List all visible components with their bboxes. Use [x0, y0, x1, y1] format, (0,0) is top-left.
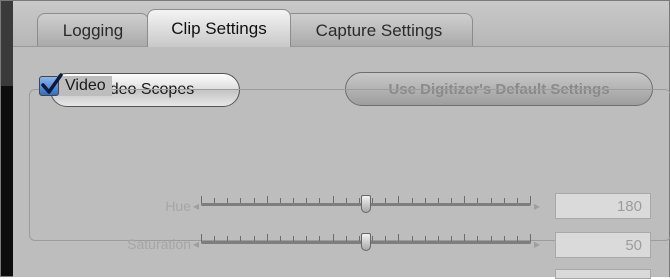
tab-bar: Logging Clip Settings Capture Settings: [13, 1, 669, 47]
saturation-slider[interactable]: [201, 233, 531, 251]
hue-slider-thumb[interactable]: [361, 195, 371, 213]
tab-capture-settings[interactable]: Capture Settings: [285, 13, 473, 47]
hue-label: Hue: [165, 198, 191, 214]
tab-clip-settings-label: Clip Settings: [171, 18, 267, 38]
checkmark-icon: [41, 73, 63, 94]
hue-slider[interactable]: [201, 195, 531, 213]
saturation-value-field[interactable]: 50: [555, 232, 651, 258]
video-group-label: Video: [65, 77, 106, 94]
saturation-min-mark: ◂: [193, 237, 200, 251]
saturation-max-mark: ▸: [534, 237, 541, 251]
left-edge-shadow: [1, 86, 13, 276]
video-group-legend: Video: [39, 73, 112, 96]
left-edge-strip: [1, 1, 13, 276]
tab-clip-settings[interactable]: Clip Settings: [147, 9, 291, 47]
video-checkbox[interactable]: [39, 73, 63, 96]
tab-capture-settings-label: Capture Settings: [315, 20, 443, 40]
hue-min-mark: ◂: [193, 199, 200, 213]
saturation-label: Saturation: [127, 236, 191, 252]
third-value-field[interactable]: [555, 269, 651, 279]
tab-logging[interactable]: Logging: [37, 13, 149, 47]
clip-settings-window: Logging Clip Settings Capture Settings V…: [0, 0, 670, 279]
saturation-slider-thumb[interactable]: [361, 233, 371, 251]
hue-value-field[interactable]: 180: [555, 193, 651, 219]
saturation-value: 50: [625, 236, 642, 254]
hue-max-mark: ▸: [534, 199, 541, 213]
tab-logging-label: Logging: [62, 20, 124, 40]
hue-value: 180: [616, 197, 642, 215]
